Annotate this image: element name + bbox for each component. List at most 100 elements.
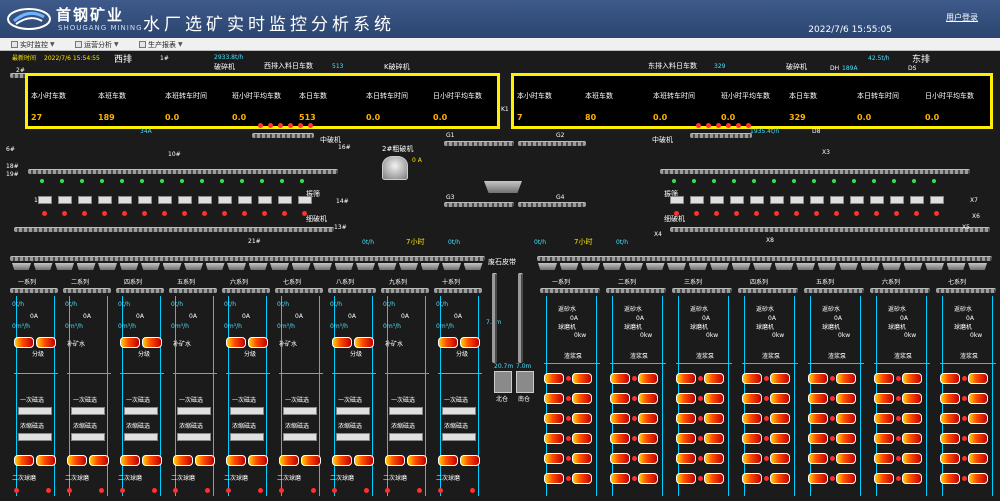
pump-dot (438, 488, 443, 493)
process-line (173, 373, 217, 374)
mill-current: 0A (83, 313, 91, 320)
kpi-value: 27 (31, 113, 43, 122)
kpi-header: 本小时车数 (31, 92, 66, 100)
login-link[interactable]: 用户登录 (946, 12, 978, 23)
motor-dot (830, 456, 835, 461)
belt-21-label: 21# (248, 238, 261, 245)
bin-hopper (903, 263, 923, 270)
thick-sep-label: 浓缩磁选 (391, 423, 416, 430)
pump-dot (279, 488, 284, 493)
ball-mill (572, 413, 592, 424)
feeder-status-dot (712, 179, 716, 183)
ball-mill (544, 433, 564, 444)
mid-crusher-dot (726, 123, 731, 128)
kpi-header: 本日转车时间 (857, 92, 899, 100)
thickening-separator (230, 433, 264, 441)
crusher-motor-dot (262, 211, 267, 216)
kpi-header: 本日转车时间 (366, 92, 408, 100)
feed-rate: 0t/h (277, 301, 289, 308)
mill-current: 0A (768, 315, 776, 322)
kpi-value: 513 (299, 113, 316, 122)
waste-belt-vertical (492, 273, 497, 363)
bin-hopper (602, 263, 622, 270)
series-feed-belt (275, 288, 323, 293)
pump-dot (67, 488, 72, 493)
ball-mill (770, 393, 790, 404)
fine-crusher-left-label: 细破机 (306, 215, 327, 223)
bin-hopper (667, 263, 686, 270)
ball-mill (770, 413, 790, 424)
screen-unit (78, 196, 92, 204)
motor-dot (764, 416, 769, 421)
bin-hopper (313, 263, 332, 270)
ball-mill (770, 433, 790, 444)
mid-crusher-dot (746, 123, 751, 128)
feed-rate: 0t/h (224, 301, 236, 308)
waste-belt-vertical (518, 273, 523, 363)
secondary-mill (354, 455, 374, 466)
bin-hopper (753, 263, 772, 270)
sec-mill-label: 二次球磨 (383, 475, 408, 482)
x6-label: X6 (972, 213, 980, 220)
ball-mill (902, 393, 922, 404)
motor-dot (962, 396, 967, 401)
motor-dot (632, 376, 637, 381)
bin-hopper (291, 263, 311, 270)
return-water-label: 返砂水 (558, 306, 577, 313)
sec-mill-label: 二次球磨 (12, 475, 37, 482)
feeder-status-dot (60, 179, 64, 183)
menu-label: 运营分析 (84, 40, 112, 49)
thick-sep-label: 浓缩磁选 (20, 423, 45, 430)
series-label: 十系列 (442, 279, 461, 286)
motor-dot (764, 476, 769, 481)
ball-mill (544, 393, 564, 404)
secondary-mill (332, 455, 352, 466)
process-line (319, 296, 320, 496)
process-line (742, 363, 798, 364)
thick-sep-label: 浓缩磁选 (232, 423, 257, 430)
kpi-value: 0.0 (366, 113, 381, 122)
thick-sep-label: 浓缩磁选 (126, 423, 151, 430)
ball-mill (544, 373, 564, 384)
pump-label: 渣浆泵 (762, 353, 781, 360)
menu-label: 生产报表 (148, 40, 176, 49)
mid-crusher-dot (278, 123, 283, 128)
kpi-value: 0.0 (857, 113, 872, 122)
ball-mill (968, 373, 988, 384)
kpi-value: 329 (789, 113, 806, 122)
ball-mill (808, 433, 828, 444)
grading-label: 分级 (138, 351, 151, 358)
south-bin (516, 371, 534, 393)
magnetic-separator (283, 407, 317, 415)
menu-operation-analysis[interactable]: 运营分析 ▼ (72, 39, 122, 50)
bin-hopper (645, 263, 665, 270)
coarse-crusher-label: 2#粗破机 (382, 145, 414, 153)
motor-dot (632, 456, 637, 461)
motor-dot (896, 456, 901, 461)
mid-crusher-dot (736, 123, 741, 128)
bin-hopper (559, 263, 579, 270)
screen-unit (158, 196, 172, 204)
kpi-value: 0.0 (925, 113, 940, 122)
secondary-mill (67, 455, 87, 466)
belt-13-label: 13# (334, 224, 347, 231)
process-line (808, 363, 864, 364)
app-header: 首钢矿业 SHOUGANG MINING 水厂选矿实时监控分析系统 用户登录 2… (0, 0, 1000, 38)
mill-power: 0kw (970, 332, 983, 339)
ball-mill (808, 393, 828, 404)
thickening-separator (336, 433, 370, 441)
ball-mill (902, 473, 922, 484)
secondary-mill (438, 455, 458, 466)
feeder-status-dot (752, 179, 756, 183)
waste-belt-label: 废石皮带 (488, 258, 516, 266)
screen-unit (930, 196, 944, 204)
process-line (425, 296, 426, 496)
mill-current: 0A (401, 313, 409, 320)
bin-hopper (968, 263, 987, 270)
g3-belt (444, 202, 514, 207)
process-line (940, 363, 996, 364)
menu-production-report[interactable]: 生产报表 ▼ (136, 39, 186, 50)
kpi-value: 7 (517, 113, 523, 122)
screen-unit (670, 196, 684, 204)
menu-realtime-monitor[interactable]: 实时监控 ▼ (8, 39, 58, 50)
